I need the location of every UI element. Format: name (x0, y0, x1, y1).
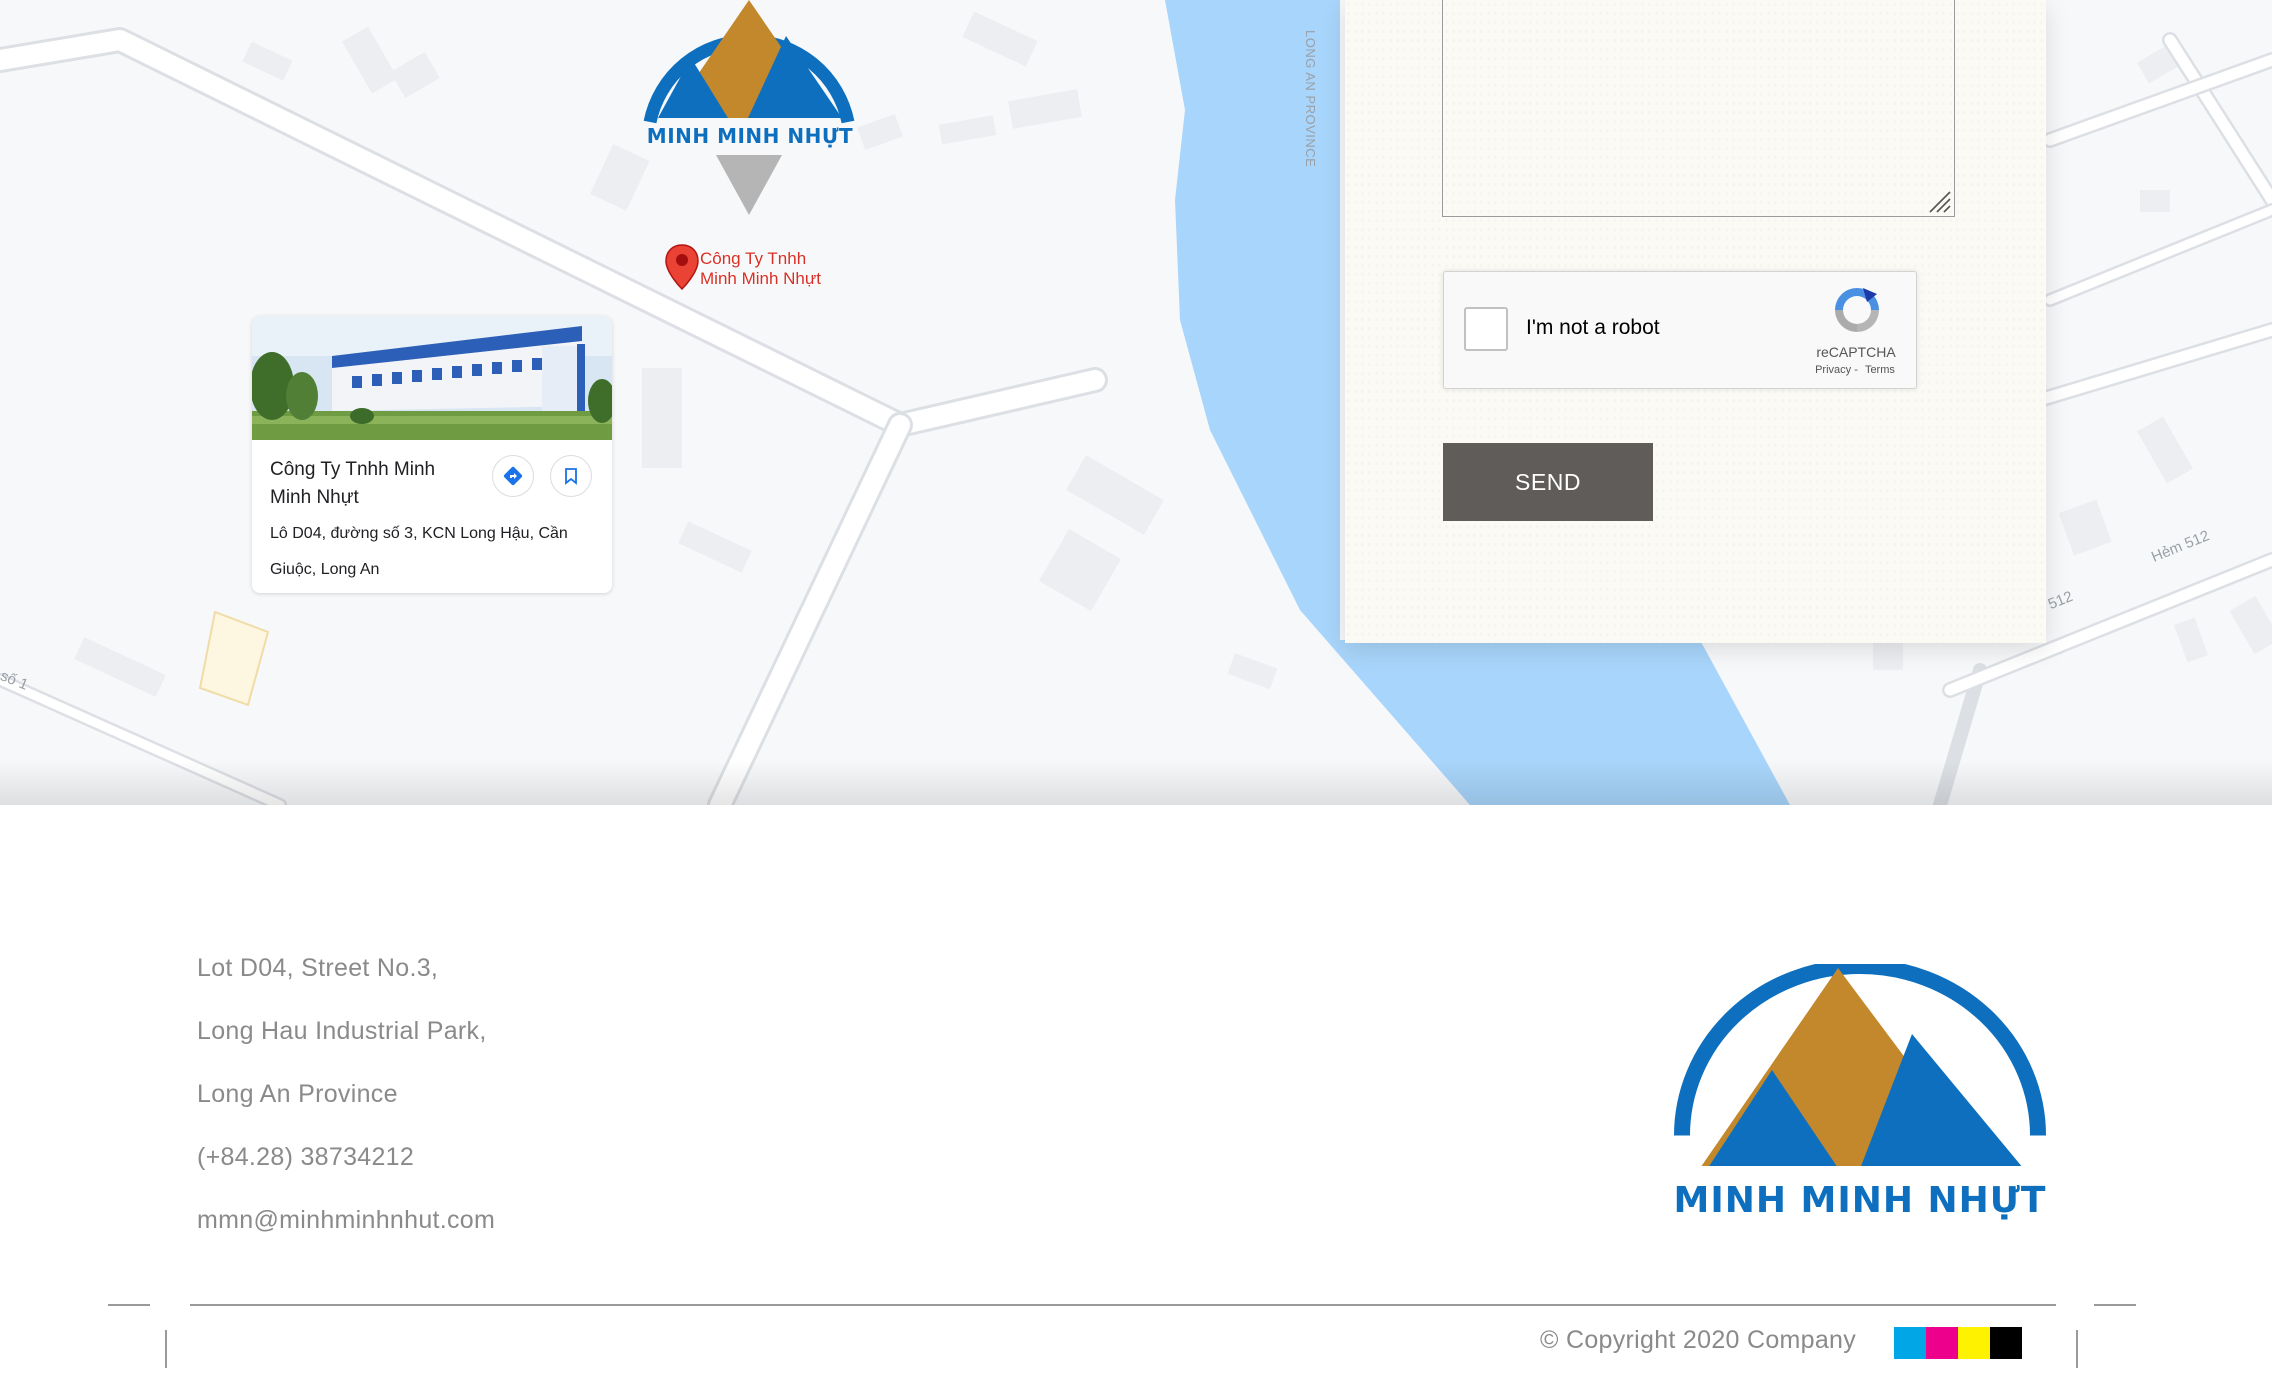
recaptcha-terms-link[interactable]: Terms (1865, 364, 1895, 376)
place-name: Công Ty Tnhh Minh Minh Nhựt (270, 459, 436, 508)
bookmark-icon (565, 468, 577, 485)
resize-grip-icon[interactable] (1926, 188, 1952, 214)
map-logo-marker[interactable] (636, 0, 862, 218)
phone-number[interactable]: (+84.28) 38734212 (197, 1137, 495, 1200)
recaptcha-logo-icon (1835, 288, 1879, 332)
recaptcha-label: I'm not a robot (1526, 316, 1660, 339)
directions-button[interactable] (492, 455, 534, 497)
swatch-yellow (1958, 1327, 1990, 1359)
copyright-text: © Copyright 2020 Company (1540, 1326, 1857, 1354)
footer-tick-right (2076, 1330, 2078, 1368)
address-line-3: Long An Province (197, 1080, 398, 1108)
recaptcha-checkbox[interactable] (1464, 307, 1508, 351)
map-bottom-shadow (0, 760, 2272, 805)
directions-icon (503, 466, 523, 486)
page: LONG AN PROVINCE Hẻm 512 512 số 1 MINH M… (0, 0, 2272, 1384)
recaptcha-link-separator: - (1851, 364, 1861, 376)
recaptcha-privacy-link[interactable]: Privacy (1815, 364, 1851, 376)
contact-form-panel: I'm not a robot reCAPTCHA Privacy - Term… (1345, 0, 2046, 643)
street-label-long-an: LONG AN PROVINCE (1303, 30, 1318, 168)
swatch-black (1990, 1327, 2022, 1359)
map-pin-icon[interactable] (662, 243, 702, 291)
pin-label-line1: Công Ty Tnhh (700, 249, 807, 268)
address-line-1: Lot D04, Street No.3, (197, 954, 439, 982)
footer-rule-left (108, 1304, 150, 1306)
save-place-button[interactable] (550, 455, 592, 497)
recaptcha-links: Privacy - Terms (1796, 364, 1914, 376)
footer-rule-right (2094, 1304, 2136, 1306)
recaptcha-widget: I'm not a robot reCAPTCHA Privacy - Term… (1443, 271, 1917, 389)
footer-divider (190, 1304, 2056, 1306)
pin-label-line2: Minh Minh Nhựt (700, 269, 821, 288)
footer-logo-text: MINH MINH NHỰT (1673, 1180, 2047, 1221)
map-logo-text: MINH MINH NHỰT (646, 124, 854, 148)
map-pin-label[interactable]: Công Ty Tnhh Minh Minh Nhựt (700, 249, 821, 289)
color-swatches (1894, 1327, 2022, 1359)
swatch-magenta (1926, 1327, 1958, 1359)
footer-tick-left (165, 1330, 167, 1368)
swatch-cyan (1894, 1327, 1926, 1359)
recaptcha-brand: reCAPTCHA (1816, 344, 1896, 360)
place-photo[interactable] (252, 316, 612, 440)
message-textarea[interactable] (1442, 0, 1955, 217)
email-link[interactable]: mmn@minhminhnhut.com (197, 1200, 495, 1263)
footer-contact-info: Lot D04, Street No.3, Long Hau Industria… (197, 948, 495, 1263)
place-address: Lô D04, đường số 3, KCN Long Hậu, Cần Gi… (270, 525, 568, 578)
address-line-2: Long Hau Industrial Park, (197, 1017, 487, 1045)
place-card[interactable]: Công Ty Tnhh Minh Minh Nhựt Lô D04, đườn… (252, 316, 612, 593)
send-button[interactable]: SEND (1443, 443, 1653, 521)
